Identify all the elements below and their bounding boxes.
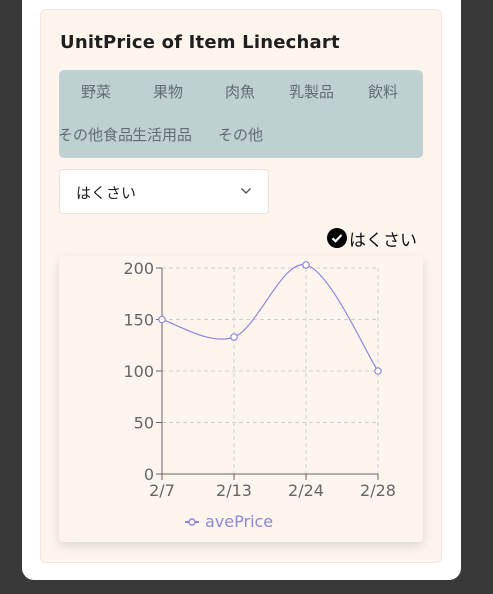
legend-marker (188, 518, 196, 526)
x-tick-label: 2/28 (360, 481, 396, 500)
y-tick-label: 100 (123, 362, 154, 381)
chart-container: 0 50 100 150 200 2/7 2/13 2/24 2/28 avePrice (59, 256, 423, 542)
tab-meat-fish[interactable]: 肉魚 (225, 81, 255, 102)
data-point (374, 367, 382, 375)
y-tick-label: 200 (123, 259, 154, 278)
series-toggle-label: はくさい (349, 231, 417, 251)
x-tick-label: 2/13 (216, 481, 252, 500)
data-point (230, 333, 238, 341)
tab-other[interactable]: その他 (218, 124, 263, 145)
x-tick-label: 2/24 (288, 481, 324, 500)
tab-vegetables[interactable]: 野菜 (81, 81, 111, 102)
check-circle-icon (327, 228, 347, 248)
item-select-value: はくさい (76, 184, 137, 202)
tab-daily-goods[interactable]: 生活用品 (132, 124, 192, 145)
legend-label: avePrice (205, 512, 273, 531)
tab-dairy[interactable]: 乳製品 (289, 81, 334, 102)
y-tick-label: 150 (123, 311, 154, 330)
y-tick-label: 50 (134, 414, 154, 433)
category-tabs: 野菜 果物 肉魚 乳製品 飲料 その他食品 生活用品 その他 (58, 70, 423, 158)
item-select[interactable]: はくさい (59, 169, 269, 214)
tab-other-food[interactable]: その他食品 (58, 124, 133, 145)
tab-fruits[interactable]: 果物 (153, 81, 183, 102)
card-title: UnitPrice of Item Linechart (60, 32, 340, 53)
series-line (161, 264, 379, 372)
line-chart: 0501001502002/7 2/13 2/24 2/28avePrice (123, 259, 396, 531)
chevron-down-icon (241, 188, 251, 194)
x-tick-label: 2/7 (149, 481, 175, 500)
data-point (158, 315, 166, 324)
data-point (302, 261, 310, 269)
tab-drinks[interactable]: 飲料 (368, 81, 398, 102)
